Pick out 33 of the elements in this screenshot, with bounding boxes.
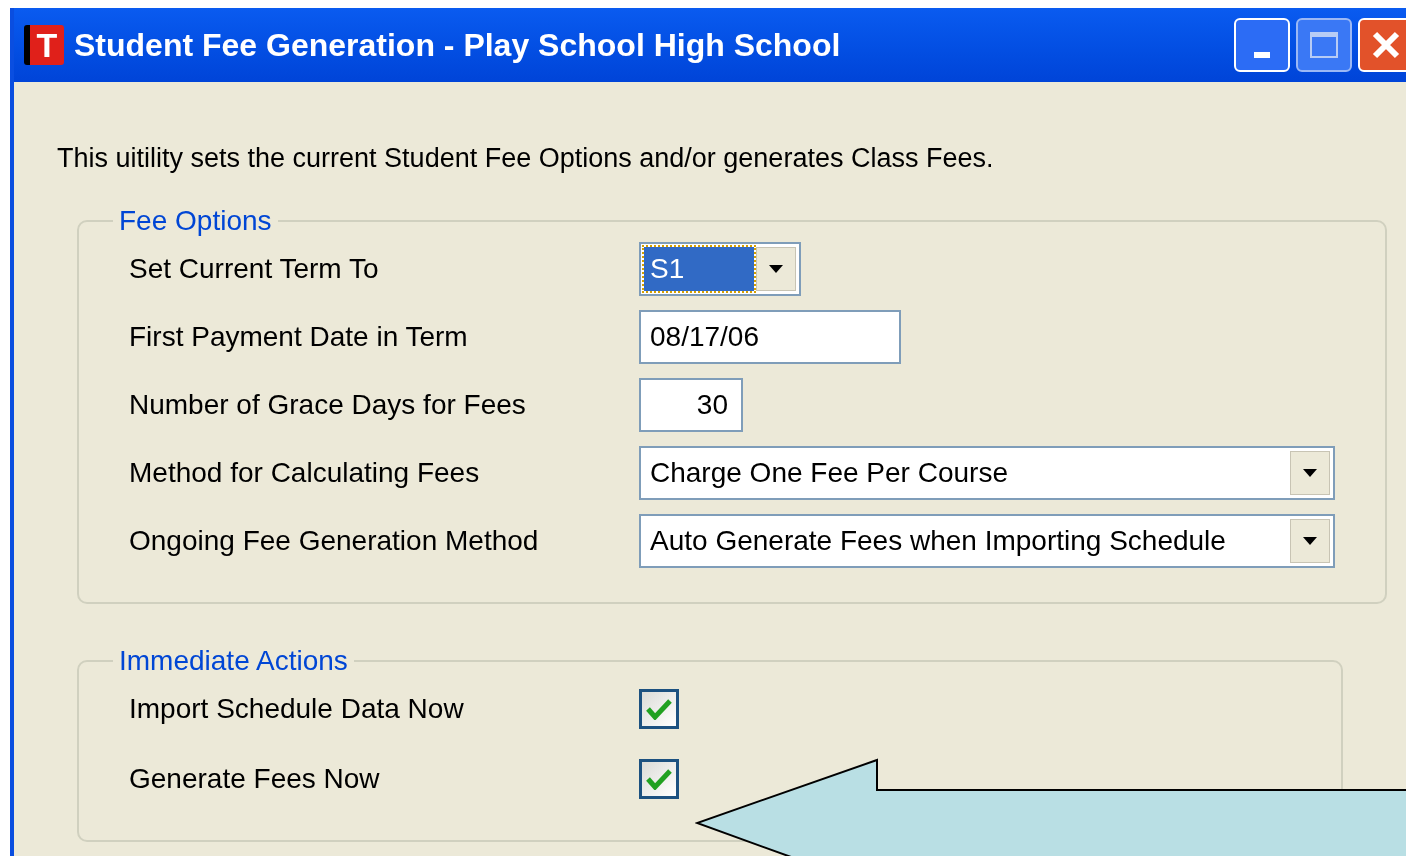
checkbox[interactable]: [639, 689, 679, 729]
window-title: Student Fee Generation - Play School High School: [74, 26, 841, 65]
input-field[interactable]: 30: [639, 378, 743, 432]
dropdown-field[interactable]: Charge One Fee Per Course: [639, 446, 1335, 500]
field-label: Method for Calculating Fees: [129, 456, 481, 490]
dropdown-button[interactable]: [756, 247, 796, 291]
input-field[interactable]: 08/17/06: [639, 310, 901, 364]
minimize-icon: [1254, 52, 1270, 58]
dropdown-button[interactable]: [1290, 451, 1330, 495]
app-icon: T: [24, 25, 64, 65]
dropdown-arrow-icon: [1302, 468, 1318, 478]
dropdown-field[interactable]: Auto Generate Fees when Importing Schedule: [639, 514, 1335, 568]
checkbox-label: Import Schedule Data Now: [129, 692, 465, 726]
field-label: Set Current Term To: [129, 252, 380, 286]
group-title: Immediate Actions: [118, 644, 349, 678]
maximize-icon: [1310, 32, 1338, 58]
field-label: Ongoing Fee Generation Method: [129, 524, 540, 558]
dropdown-arrow-icon: [1302, 536, 1318, 546]
field-label: First Payment Date in Term: [129, 320, 469, 354]
description-text: This uitility sets the current Student Fee Options and/or generates Class Fees.: [57, 142, 995, 174]
minimize-button[interactable]: [1234, 18, 1290, 72]
field-label: Number of Grace Days for Fees: [129, 388, 527, 422]
close-button[interactable]: [1358, 18, 1406, 72]
maximize-button[interactable]: [1296, 18, 1352, 72]
checkmark-icon: [646, 698, 672, 720]
dropdown-button[interactable]: [1290, 519, 1330, 563]
checkbox-label: Generate Fees Now: [129, 762, 381, 796]
close-icon: [1371, 30, 1401, 60]
checkmark-icon: [646, 768, 672, 790]
checkbox[interactable]: [639, 759, 679, 799]
dropdown-field[interactable]: S1: [639, 242, 801, 296]
dropdown-arrow-icon: [768, 264, 784, 274]
group-title: Fee Options: [118, 204, 273, 238]
